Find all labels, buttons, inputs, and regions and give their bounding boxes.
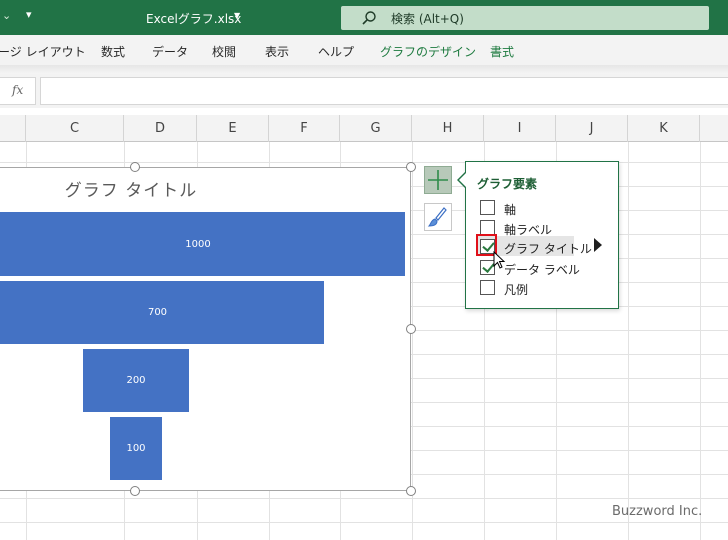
brush-icon <box>427 207 447 227</box>
search-box[interactable]: 検索 (Alt+Q) <box>341 6 709 30</box>
chart-title[interactable]: グラフ タイトル <box>51 176 211 201</box>
column-header-i[interactable]: I <box>484 115 556 142</box>
data-label: 700 <box>147 307 168 318</box>
column-header-d[interactable]: D <box>124 115 197 142</box>
data-label: 100 <box>126 443 146 454</box>
resize-handle-bottom[interactable] <box>130 486 140 496</box>
tab-review[interactable]: 校閲 <box>212 43 236 60</box>
column-header-e[interactable]: E <box>197 115 269 142</box>
column-header-k[interactable]: K <box>628 115 700 142</box>
column-header-j[interactable]: J <box>556 115 628 142</box>
resize-handle-right[interactable] <box>406 324 416 334</box>
ribbon-collapsed-area <box>0 65 728 74</box>
fx-icon: fx <box>12 83 24 97</box>
resize-handle-bottom-right[interactable] <box>406 486 416 496</box>
panel-title: グラフ要素 <box>477 177 538 191</box>
legend-checkbox[interactable] <box>480 280 495 295</box>
tab-data[interactable]: データ <box>152 43 188 60</box>
chart-elements-button[interactable] <box>424 166 452 194</box>
gridline <box>628 142 629 540</box>
axis-titles-checkbox[interactable] <box>480 220 495 235</box>
legend-label: 凡例 <box>504 283 529 297</box>
tab-help[interactable]: ヘルプ <box>318 43 354 60</box>
element-legend[interactable]: 凡例 <box>466 278 618 298</box>
watermark: Buzzword Inc. <box>612 504 703 519</box>
element-data-labels[interactable]: データ ラベル <box>466 258 618 278</box>
title-bar: ⌄ ▾ Excelグラフ.xlsx ▼ 検索 (Alt+Q) <box>0 0 728 35</box>
element-axes[interactable]: 軸 <box>466 198 618 218</box>
tab-chart-design[interactable]: グラフのデザイン <box>380 43 476 60</box>
plus-icon <box>428 170 448 190</box>
column-header-c[interactable]: C <box>26 115 124 142</box>
resize-handle-top-right[interactable] <box>406 162 416 172</box>
bar-1000[interactable]: 1000 <box>0 212 405 276</box>
file-name-dropdown-icon[interactable]: ▼ <box>234 11 240 20</box>
tab-page-layout[interactable]: ージ レイアウト <box>0 43 86 60</box>
gridline <box>412 142 413 540</box>
axes-checkbox[interactable] <box>480 200 495 215</box>
bar-700[interactable]: 700 <box>0 281 324 344</box>
data-labels-label: データ ラベル <box>504 263 580 277</box>
panel-pointer-inner <box>459 173 466 187</box>
qat-chevron-icon[interactable]: ⌄ <box>2 9 11 22</box>
axes-label: 軸 <box>504 203 517 217</box>
cursor-icon <box>493 251 506 269</box>
column-header-g[interactable]: G <box>340 115 412 142</box>
qat-customize-icon[interactable]: ▾ <box>26 8 32 21</box>
gridline <box>700 142 701 540</box>
chart-title-label: グラフ タイトル <box>504 242 592 256</box>
chart-area[interactable]: グラフ タイトル 1000 700 200 100 <box>0 167 411 491</box>
column-header-partial[interactable] <box>0 115 26 142</box>
data-label: 200 <box>126 375 146 386</box>
resize-handle-top[interactable] <box>130 162 140 172</box>
bar-200[interactable]: 200 <box>83 349 189 412</box>
tab-view[interactable]: 表示 <box>265 43 289 60</box>
column-headers: C D E F G H I J K <box>0 115 728 142</box>
tab-formulas[interactable]: 数式 <box>101 43 125 60</box>
search-icon <box>362 11 376 25</box>
ribbon-tabs: ージ レイアウト 数式 データ 校閲 表示 ヘルプ グラフのデザイン 書式 <box>0 35 728 65</box>
column-header-f[interactable]: F <box>269 115 340 142</box>
submenu-arrow-icon[interactable] <box>594 238 602 252</box>
column-header-h[interactable]: H <box>412 115 484 142</box>
tab-format[interactable]: 書式 <box>490 43 514 60</box>
data-label: 1000 <box>185 238 211 250</box>
formula-input[interactable] <box>40 77 728 105</box>
bar-100[interactable]: 100 <box>110 417 162 480</box>
formula-bar: fx <box>0 74 728 108</box>
insert-function-button[interactable]: fx <box>0 77 36 105</box>
file-name[interactable]: Excelグラフ.xlsx <box>146 10 241 27</box>
search-placeholder: 検索 (Alt+Q) <box>391 12 464 26</box>
chart-styles-button[interactable] <box>424 203 452 231</box>
